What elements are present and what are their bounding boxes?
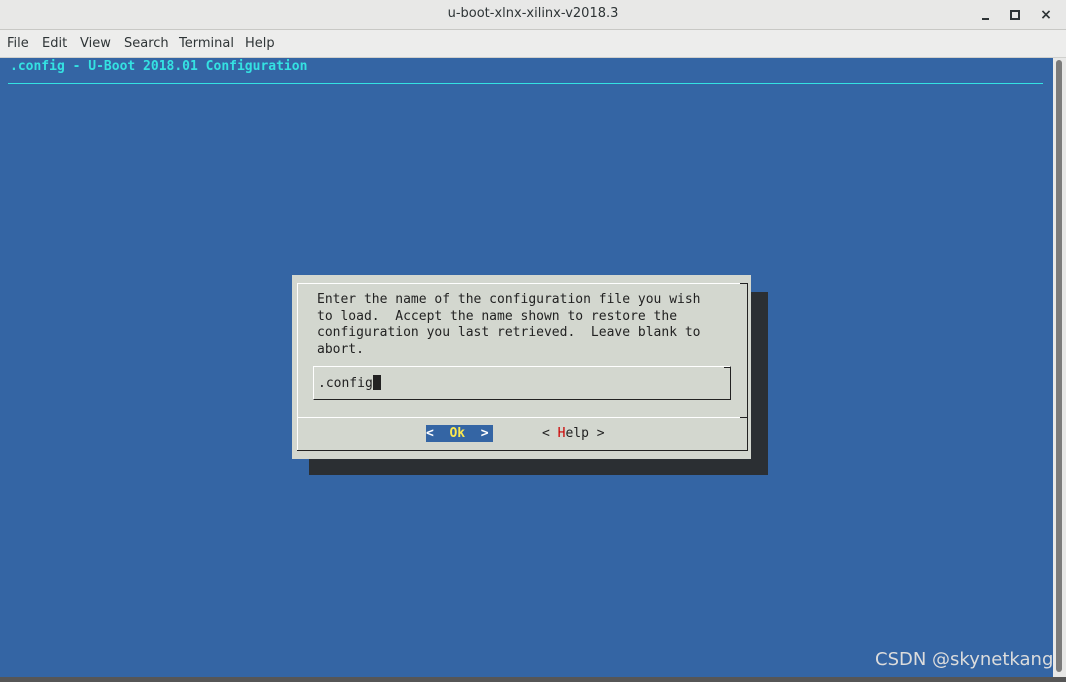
menu-search[interactable]: Search — [124, 36, 169, 51]
dialog-border — [297, 283, 298, 451]
ok-bracket-right: > — [465, 426, 489, 441]
close-icon: × — [1040, 7, 1052, 23]
menu-view[interactable]: View — [80, 36, 111, 51]
dialog-prompt: Enter the name of the configuration file… — [317, 292, 701, 358]
filename-input-value: .config — [318, 375, 381, 391]
filename-input[interactable]: .config — [313, 366, 731, 400]
close-button[interactable]: × — [1035, 4, 1057, 26]
minimize-button[interactable] — [974, 4, 996, 26]
menu-edit[interactable]: Edit — [42, 36, 67, 51]
window-title-bar[interactable]: u-boot-xlnx-xilinx-v2018.3 × — [0, 0, 1066, 30]
help-button[interactable]: < Help > — [542, 425, 605, 442]
help-label: elp > — [565, 426, 605, 441]
dialog-border — [297, 283, 748, 284]
scrollbar-thumb[interactable] — [1056, 60, 1062, 672]
menuconfig-header: .config - U-Boot 2018.01 Configuration — [10, 59, 308, 74]
load-config-dialog: Enter the name of the configuration file… — [292, 275, 751, 459]
window-title: u-boot-xlnx-xilinx-v2018.3 — [447, 6, 619, 21]
input-text: .config — [318, 376, 373, 391]
menu-file[interactable]: File — [7, 36, 29, 51]
header-rule — [8, 83, 1043, 84]
dialog-border — [740, 283, 748, 284]
dialog-border — [747, 283, 748, 451]
button-separator — [298, 417, 748, 418]
ok-bracket-left: < — [426, 426, 450, 441]
input-border — [724, 367, 730, 368]
dialog-border — [297, 450, 748, 451]
ok-label: Ok — [449, 426, 466, 441]
text-cursor — [372, 375, 381, 390]
terminal-scrollbar[interactable] — [1053, 58, 1066, 677]
menu-help[interactable]: Help — [245, 36, 275, 51]
help-bracket-left: < — [542, 426, 558, 441]
menu-bar: File Edit View Search Terminal Help — [0, 30, 1066, 58]
maximize-button[interactable] — [1004, 4, 1026, 26]
window-bottom-edge — [0, 677, 1066, 682]
ok-button[interactable]: < Ok > — [426, 425, 493, 442]
watermark: CSDN @skynetkang — [875, 649, 1054, 670]
minimize-icon — [981, 18, 989, 20]
button-separator — [740, 417, 748, 418]
menu-terminal[interactable]: Terminal — [179, 36, 234, 51]
maximize-icon — [1010, 10, 1020, 20]
